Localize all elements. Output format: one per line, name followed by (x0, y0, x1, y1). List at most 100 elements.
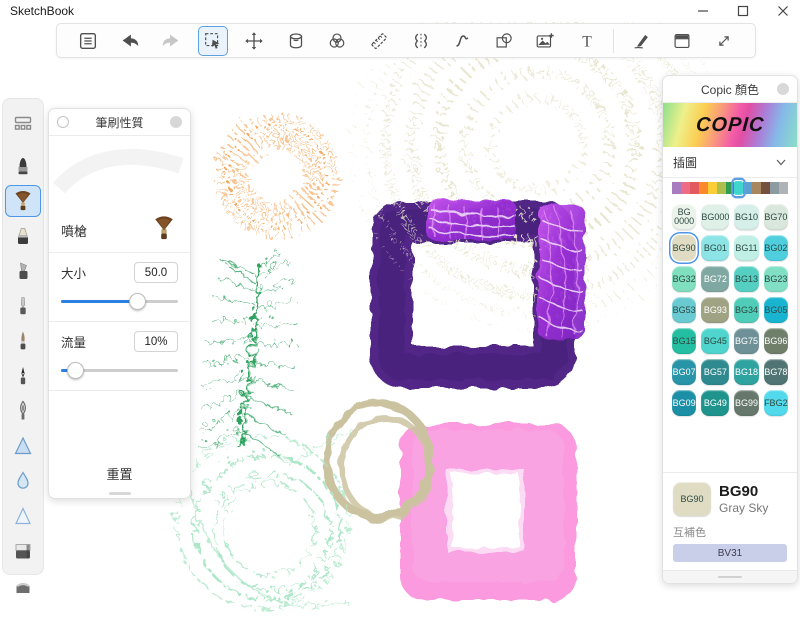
copic-swatch-BG0000[interactable]: BG 0000 (672, 204, 696, 230)
color-family-swatch[interactable] (761, 182, 770, 194)
copic-swatch-BG07[interactable]: BG07 (672, 359, 696, 385)
flow-slider[interactable] (61, 362, 178, 378)
copic-swatch-BG78[interactable]: BG78 (764, 359, 788, 385)
toolbar-separator (613, 29, 614, 53)
minimize-button[interactable] (696, 4, 710, 18)
color-family-swatch[interactable] (726, 182, 735, 194)
brush-ballpoint[interactable] (5, 290, 41, 322)
color-family-swatch[interactable] (770, 182, 779, 194)
text-tool[interactable]: T (572, 26, 602, 56)
copic-swatch-BG02[interactable]: BG02 (764, 235, 788, 261)
symmetry-tool[interactable] (406, 26, 436, 56)
copic-swatch-BG90[interactable]: BG90 (672, 235, 696, 261)
copic-swatch-BG72[interactable]: BG72 (701, 266, 729, 292)
color-family-swatch[interactable] (743, 182, 752, 194)
color-family-swatch[interactable] (717, 182, 726, 194)
color-family-swatch[interactable] (672, 182, 681, 194)
copic-swatch-BG53[interactable]: BG53 (672, 297, 696, 323)
shapes-tool[interactable] (489, 26, 519, 56)
fullscreen-tool[interactable] (709, 26, 739, 56)
copic-swatch-BG49[interactable]: BG49 (701, 390, 729, 416)
copic-logo-banner: COPIC (663, 103, 797, 147)
flow-value-box[interactable]: 10% (134, 331, 178, 352)
copic-swatch-BG01[interactable]: BG01 (701, 235, 729, 261)
brush-fan[interactable] (5, 185, 41, 217)
brush-library-tool[interactable] (73, 26, 103, 56)
brush-marker[interactable] (5, 220, 41, 252)
copic-swatch-BG45[interactable]: BG45 (701, 328, 729, 354)
copic-swatch-BG18[interactable]: BG18 (734, 359, 758, 385)
copic-panel-menu-icon[interactable] (777, 83, 789, 95)
reset-button[interactable]: 重置 (49, 458, 190, 488)
copic-panel-resize-handle[interactable] (663, 570, 797, 583)
category-dropdown[interactable]: 插圖 (663, 147, 797, 178)
brush-palette-toggle[interactable] (5, 107, 41, 139)
brush-stroke-preview (49, 136, 190, 208)
copic-swatch-FBG2[interactable]: FBG2 (764, 390, 788, 416)
size-slider-knob[interactable] (129, 293, 146, 310)
swatch-grid: BG 0000BG000BG10BG70 BG90BG01BG11BG02 BG32… (663, 198, 797, 420)
brush-eraser-block[interactable] (5, 535, 41, 567)
selection-tool[interactable] (198, 26, 228, 56)
maximize-button[interactable] (736, 4, 750, 18)
copic-swatch-BG10[interactable]: BG10 (734, 204, 758, 230)
color-family-swatch[interactable] (734, 181, 743, 195)
brush-eraser-round[interactable] (5, 570, 41, 602)
interface-tool[interactable] (667, 26, 697, 56)
color-family-swatch[interactable] (708, 182, 717, 194)
copic-swatch-BG23[interactable]: BG23 (764, 266, 788, 292)
ruler-tool[interactable] (364, 26, 394, 56)
brush-quill[interactable] (5, 395, 41, 427)
color-family-swatch[interactable] (690, 182, 699, 194)
brush-paintbrush[interactable] (5, 325, 41, 357)
copic-logo: COPIC (695, 114, 765, 137)
brush-inkpen[interactable] (5, 360, 41, 392)
brush-waterdrop[interactable] (5, 465, 41, 497)
complement-color-button[interactable]: BV31 (673, 544, 787, 562)
import-image-tool[interactable] (530, 26, 560, 56)
color-family-strip (663, 178, 797, 198)
brush-settings-tool[interactable] (626, 26, 656, 56)
app-window: SketchBook T 筆刷性質 噴槍 大小 50.0 (0, 0, 800, 623)
brush-panel-header[interactable]: 筆刷性質 (49, 109, 190, 136)
size-group: 大小 50.0 (49, 253, 190, 322)
distort-tool[interactable] (281, 26, 311, 56)
copic-swatch-BG99[interactable]: BG99 (734, 390, 758, 416)
color-family-swatch[interactable] (699, 182, 708, 194)
color-adjust-tool[interactable] (322, 26, 352, 56)
copic-panel-header[interactable]: Copic 顏色 (663, 76, 797, 103)
copic-swatch-BG05[interactable]: BG05 (764, 297, 788, 323)
panel-pin-icon[interactable] (57, 116, 69, 128)
close-button[interactable] (776, 4, 790, 18)
predictive-stroke-tool[interactable] (447, 26, 477, 56)
redo-tool[interactable] (156, 26, 186, 56)
copic-swatch-BG000[interactable]: BG000 (701, 204, 729, 230)
copic-swatch-BG13[interactable]: BG13 (734, 266, 758, 292)
copic-swatch-BG34[interactable]: BG34 (734, 297, 758, 323)
copic-swatch-BG93[interactable]: BG93 (701, 297, 729, 323)
size-slider[interactable] (61, 293, 178, 309)
copic-swatch-BG11[interactable]: BG11 (734, 235, 758, 261)
copic-swatch-BG57[interactable]: BG57 (701, 359, 729, 385)
brush-chisel[interactable] (5, 255, 41, 287)
undo-tool[interactable] (115, 26, 145, 56)
brush-panel-resize-handle[interactable] (49, 488, 190, 498)
flow-slider-knob[interactable] (67, 362, 84, 379)
brush-smudge[interactable] (5, 500, 41, 532)
copic-swatch-BG96[interactable]: BG96 (764, 328, 788, 354)
copic-swatch-BG09[interactable]: BG09 (672, 390, 696, 416)
panel-menu-icon[interactable] (170, 116, 182, 128)
svg-text:T: T (582, 33, 592, 50)
color-family-swatch[interactable] (752, 182, 761, 194)
transform-tool[interactable] (239, 26, 269, 56)
brush-airbrush[interactable] (5, 430, 41, 462)
color-family-swatch[interactable] (681, 182, 690, 194)
copic-swatch-BG32[interactable]: BG32 (672, 266, 696, 292)
size-value-box[interactable]: 50.0 (134, 262, 178, 283)
copic-swatch-BG75[interactable]: BG75 (734, 328, 758, 354)
copic-color-panel: Copic 顏色 COPIC 插圖 BG 0000BG000BG10BG70BG… (662, 75, 798, 584)
color-family-swatch[interactable] (779, 182, 788, 194)
brush-pencil[interactable] (5, 150, 41, 182)
copic-swatch-BG70[interactable]: BG70 (764, 204, 788, 230)
copic-swatch-BG15[interactable]: BG15 (672, 328, 696, 354)
